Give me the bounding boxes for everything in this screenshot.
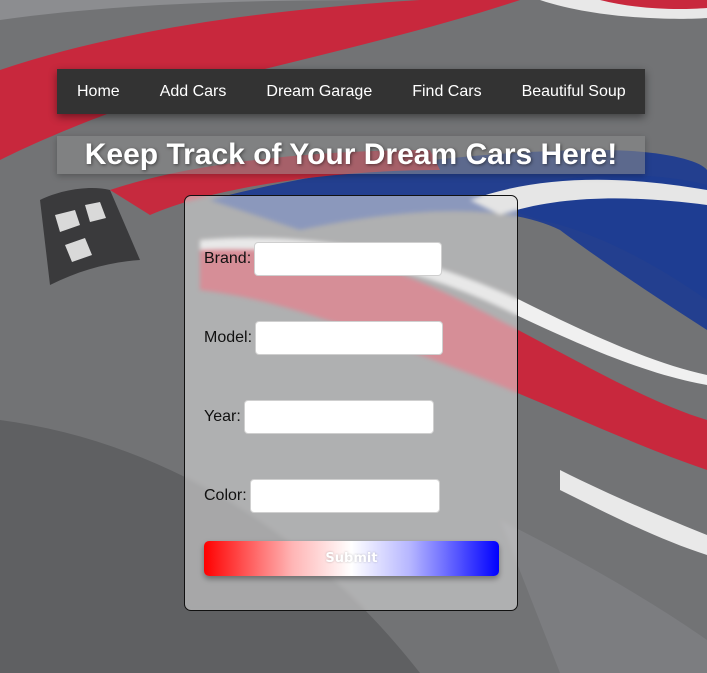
color-row: Color: xyxy=(204,479,440,513)
brand-label: Brand: xyxy=(204,250,252,267)
top-navbar: Home Add Cars Dream Garage Find Cars Bea… xyxy=(57,69,645,114)
color-input[interactable] xyxy=(249,479,440,513)
nav-item-home[interactable]: Home xyxy=(57,69,140,114)
model-label: Model: xyxy=(204,329,253,346)
brand-input[interactable] xyxy=(254,242,443,276)
nav-item-add-cars[interactable]: Add Cars xyxy=(140,69,247,114)
submit-button[interactable]: Submit xyxy=(204,541,499,576)
nav-item-beautiful-soup[interactable]: Beautiful Soup xyxy=(502,69,646,114)
nav-item-find-cars[interactable]: Find Cars xyxy=(392,69,501,114)
add-car-form: Brand: Model: Year: Color: Submit xyxy=(184,195,518,611)
year-row: Year: xyxy=(204,400,434,434)
model-input[interactable] xyxy=(255,321,444,355)
color-label: Color: xyxy=(204,487,247,504)
model-row: Model: xyxy=(204,321,444,355)
nav-item-dream-garage[interactable]: Dream Garage xyxy=(246,69,392,114)
year-label: Year: xyxy=(204,408,241,425)
page-title: Keep Track of Your Dream Cars Here! xyxy=(84,138,618,171)
brand-row: Brand: xyxy=(204,242,443,276)
year-input[interactable] xyxy=(243,400,434,434)
